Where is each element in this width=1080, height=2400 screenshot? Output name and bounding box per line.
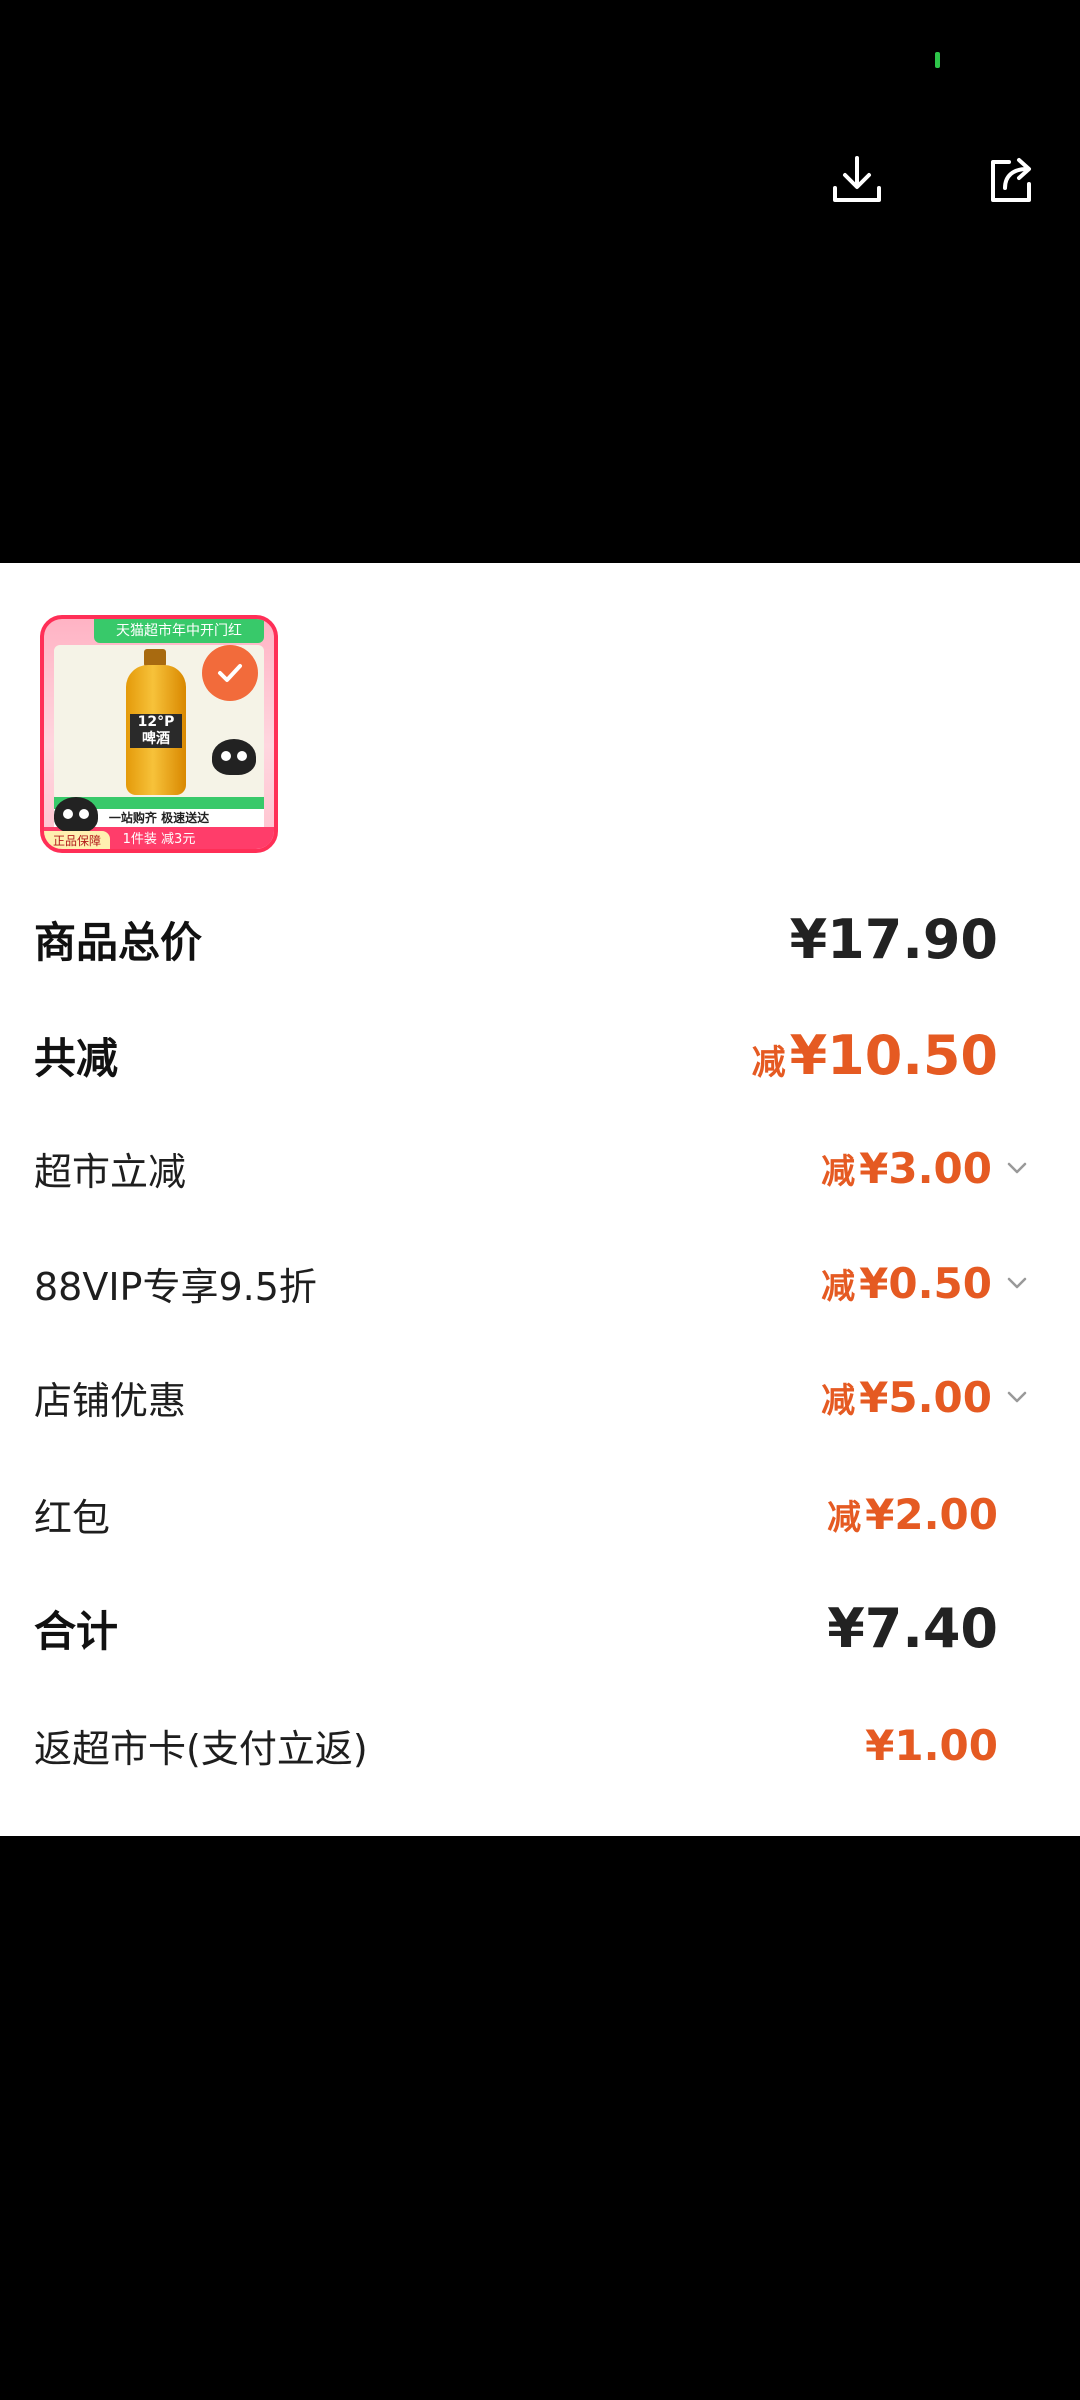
discount-prefix: 减	[751, 1042, 786, 1083]
sum-row: 合计 ¥7.40	[34, 1588, 1036, 1668]
discount-amount-wrap: 减 ¥0.50	[821, 1259, 1030, 1308]
chevron-down-icon[interactable]	[1004, 1270, 1030, 1296]
discount-amount: ¥0.50	[859, 1258, 992, 1308]
discount-amount: ¥5.00	[859, 1372, 992, 1422]
share-button[interactable]	[981, 150, 1041, 210]
rebate-label: 返超市卡(支付立返)	[34, 1726, 368, 1771]
tmall-cat-icon	[54, 797, 98, 833]
rebate-amount-wrap: ¥1.00	[865, 1721, 998, 1770]
total-price-amount-wrap: ¥17.90	[790, 908, 998, 971]
discount-amount: ¥3.00	[859, 1143, 992, 1193]
total-price-row: 商品总价 ¥17.90	[34, 899, 1036, 979]
discount-row-88vip[interactable]: 88VIP专享9.5折 减 ¥0.50	[34, 1243, 1036, 1323]
chevron-down-icon[interactable]	[1004, 1384, 1030, 1410]
discount-amount-wrap: 减 ¥5.00	[821, 1373, 1030, 1422]
discount-label: 88VIP专享9.5折	[34, 1264, 317, 1309]
discount-prefix: 减	[821, 1151, 856, 1192]
total-price-amount: ¥17.90	[789, 907, 998, 971]
check-icon	[218, 664, 242, 682]
discount-label: 红包	[34, 1495, 111, 1540]
discount-amount-wrap: 减 ¥2.00	[827, 1490, 998, 1539]
discount-row-supermarket[interactable]: 超市立减 减 ¥3.00	[34, 1128, 1036, 1208]
total-discount-amount-wrap: 减 ¥10.50	[752, 1024, 998, 1087]
rebate-amount: ¥1.00	[865, 1720, 998, 1770]
chevron-down-icon[interactable]	[1004, 1155, 1030, 1181]
sum-label: 合计	[34, 1606, 119, 1656]
price-detail-screen: 天猫超市年中开门红 12°P 啤酒 一站购齐 极速送达 1件装 减3元 正品保障…	[0, 0, 1080, 2400]
total-discount-label: 共减	[34, 1033, 119, 1083]
discount-prefix: 减	[821, 1380, 856, 1421]
status-indicator	[935, 52, 940, 68]
share-icon	[991, 158, 1031, 202]
price-summary-card: 天猫超市年中开门红 12°P 啤酒 一站购齐 极速送达 1件装 减3元 正品保障…	[0, 563, 1080, 1836]
total-discount-amount: ¥10.50	[789, 1023, 998, 1087]
discount-label: 超市立减	[34, 1149, 187, 1194]
sum-amount-wrap: ¥7.40	[827, 1597, 998, 1660]
bottle-label: 12°P 啤酒	[130, 714, 182, 748]
discount-amount-wrap: 减 ¥3.00	[821, 1144, 1030, 1193]
tmall-cat-icon	[212, 739, 256, 775]
discount-amount: ¥2.00	[865, 1489, 998, 1539]
thumbnail-banner: 天猫超市年中开门红	[94, 619, 264, 643]
rebate-row: 返超市卡(支付立返) ¥1.00	[34, 1705, 1036, 1785]
total-discount-row: 共减 减 ¥10.50	[34, 1015, 1036, 1095]
product-thumbnail[interactable]: 天猫超市年中开门红 12°P 啤酒 一站购齐 极速送达 1件装 减3元 正品保障	[40, 615, 278, 853]
guarantee-tag: 正品保障	[44, 831, 110, 849]
selected-check-badge	[202, 645, 258, 701]
discount-row-store[interactable]: 店铺优惠 减 ¥5.00	[34, 1357, 1036, 1437]
discount-prefix: 减	[827, 1497, 862, 1538]
download-icon	[833, 156, 881, 202]
discount-label: 店铺优惠	[34, 1378, 187, 1423]
discount-prefix: 减	[821, 1266, 856, 1307]
total-price-label: 商品总价	[34, 917, 203, 967]
sum-amount: ¥7.40	[827, 1596, 998, 1660]
download-button[interactable]	[827, 150, 887, 210]
discount-row-red-packet: 红包 减 ¥2.00	[34, 1474, 1036, 1554]
